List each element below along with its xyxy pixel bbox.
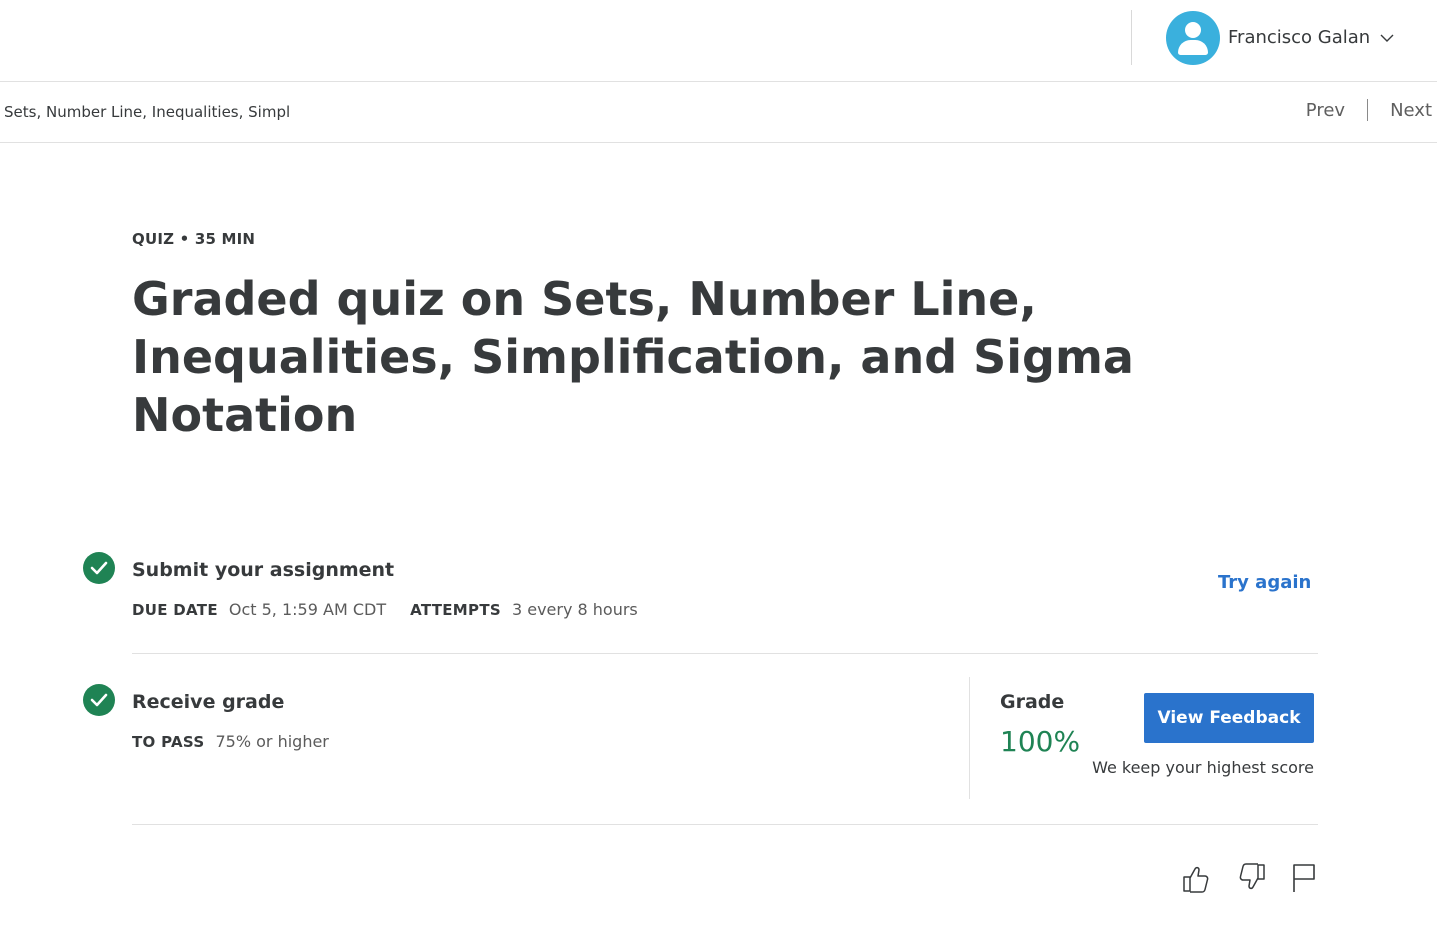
highest-score-note: We keep your highest score bbox=[1092, 758, 1314, 777]
item-navigation-bar: Sets, Number Line, Inequalities, Simpl P… bbox=[0, 82, 1437, 143]
attempts-value: 3 every 8 hours bbox=[511, 600, 638, 619]
section-divider bbox=[132, 824, 1318, 825]
due-date-label: DUE DATE bbox=[132, 600, 218, 619]
check-circle-icon bbox=[83, 552, 115, 584]
thumbs-down-icon[interactable] bbox=[1237, 862, 1267, 894]
user-menu[interactable]: Francisco Galan bbox=[1166, 10, 1394, 65]
attempts-label: ATTEMPTS bbox=[410, 600, 501, 619]
section-divider bbox=[132, 653, 1318, 654]
top-header: Francisco Galan bbox=[0, 0, 1437, 82]
nav-separator bbox=[1367, 99, 1369, 121]
check-circle-icon bbox=[83, 684, 115, 716]
grade-divider bbox=[969, 677, 970, 799]
submit-assignment-title: Submit your assignment bbox=[132, 559, 395, 581]
receive-meta: TO PASS 75% or higher bbox=[132, 732, 353, 751]
user-name[interactable]: Francisco Galan bbox=[1228, 27, 1370, 48]
view-feedback-button[interactable]: View Feedback bbox=[1144, 693, 1314, 743]
grade-value: 100% bbox=[1000, 725, 1081, 758]
chevron-down-icon[interactable] bbox=[1380, 31, 1394, 45]
prev-next-nav: Prev Next bbox=[1306, 99, 1432, 121]
to-pass-value: 75% or higher bbox=[215, 732, 329, 751]
due-date-value: Oct 5, 1:59 AM CDT bbox=[228, 600, 387, 619]
item-type-duration: QUIZ • 35 MIN bbox=[132, 230, 256, 248]
to-pass-label: TO PASS bbox=[132, 732, 205, 751]
flag-icon[interactable] bbox=[1290, 862, 1320, 894]
page-title: Graded quiz on Sets, Number Line, Inequa… bbox=[132, 272, 1134, 442]
breadcrumb[interactable]: Sets, Number Line, Inequalities, Simpl bbox=[4, 103, 290, 121]
header-divider bbox=[1131, 10, 1132, 65]
submit-meta: DUE DATE Oct 5, 1:59 AM CDT ATTEMPTS 3 e… bbox=[132, 600, 662, 619]
thumbs-up-icon[interactable] bbox=[1181, 862, 1211, 894]
try-again-link[interactable]: Try again bbox=[1218, 572, 1311, 593]
prev-link[interactable]: Prev bbox=[1306, 100, 1345, 121]
avatar[interactable] bbox=[1166, 10, 1220, 65]
grade-label: Grade bbox=[1000, 691, 1065, 713]
next-link[interactable]: Next bbox=[1390, 100, 1432, 121]
receive-grade-title: Receive grade bbox=[132, 691, 285, 713]
